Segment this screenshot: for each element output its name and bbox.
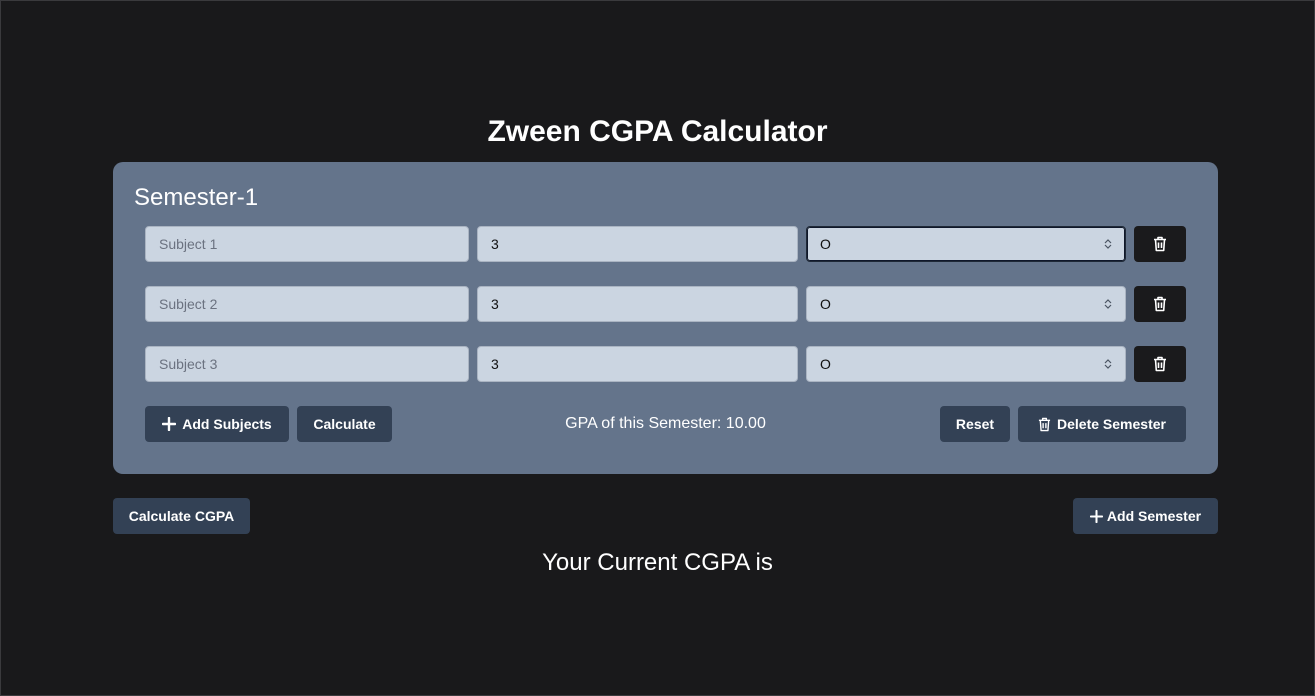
subject-grade-select[interactable]: O <box>806 226 1126 262</box>
add-subjects-label: Add Subjects <box>182 416 272 432</box>
delete-semester-label: Delete Semester <box>1057 416 1166 432</box>
subject-row: O <box>145 286 1186 322</box>
add-semester-label: Add Semester <box>1106 508 1202 524</box>
plus-icon <box>1089 509 1103 523</box>
delete-subject-button[interactable] <box>1134 226 1186 262</box>
delete-semester-button[interactable]: Delete Semester <box>1018 406 1186 442</box>
chevron-up-down-icon <box>1104 359 1112 369</box>
calculate-cgpa-label: Calculate CGPA <box>128 508 235 524</box>
trash-icon <box>1038 417 1051 432</box>
calculate-button[interactable]: Calculate <box>297 406 392 442</box>
grade-value: O <box>820 356 831 372</box>
plus-icon <box>162 417 177 431</box>
subject-name-input[interactable] <box>145 346 469 382</box>
chevron-up-down-icon <box>1104 299 1112 309</box>
subject-row: O <box>145 226 1186 262</box>
delete-subject-button[interactable] <box>1134 286 1186 322</box>
subject-name-input[interactable] <box>145 226 469 262</box>
semester-gpa-text: GPA of this Semester: 10.00 <box>565 415 766 432</box>
reset-label: Reset <box>955 416 995 432</box>
calculate-label: Calculate <box>313 416 376 432</box>
page-title: Zween CGPA Calculator <box>487 115 828 148</box>
delete-subject-button[interactable] <box>1134 346 1186 382</box>
grade-value: O <box>820 296 831 312</box>
trash-icon <box>1153 296 1167 312</box>
subject-grade-select[interactable]: O <box>806 346 1126 382</box>
add-semester-button[interactable]: Add Semester <box>1073 498 1218 534</box>
subject-grade-select[interactable]: O <box>806 286 1126 322</box>
subject-row: O <box>145 346 1186 382</box>
semester-card: Semester-1 O O <box>113 162 1218 474</box>
subject-credits-input[interactable] <box>477 286 798 322</box>
trash-icon <box>1153 236 1167 252</box>
reset-button[interactable]: Reset <box>940 406 1010 442</box>
add-subjects-button[interactable]: Add Subjects <box>145 406 289 442</box>
subject-credits-input[interactable] <box>477 226 798 262</box>
subject-credits-input[interactable] <box>477 346 798 382</box>
trash-icon <box>1153 356 1167 372</box>
semester-title: Semester-1 <box>134 184 259 211</box>
calculate-cgpa-button[interactable]: Calculate CGPA <box>113 498 250 534</box>
current-cgpa-text: Your Current CGPA is <box>542 549 773 576</box>
subject-name-input[interactable] <box>145 286 469 322</box>
chevron-up-down-icon <box>1104 239 1112 249</box>
app-window: Zween CGPA Calculator Semester-1 O <box>0 0 1315 696</box>
grade-value: O <box>820 236 831 252</box>
